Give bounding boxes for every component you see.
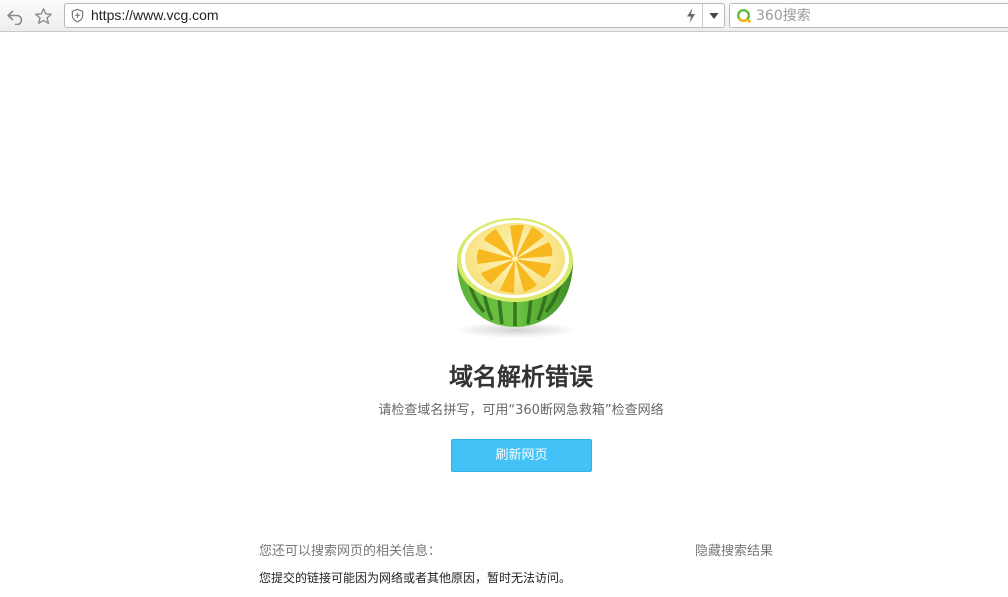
- error-subtitle: 请检查域名拼写，可用“360断网急救箱”检查网络: [378, 403, 664, 418]
- chevron-down-icon[interactable]: [707, 8, 721, 23]
- lightning-icon[interactable]: [684, 7, 698, 24]
- shield-icon: [71, 8, 84, 23]
- address-bar-divider: [702, 4, 703, 27]
- search-box[interactable]: [729, 3, 1008, 28]
- back-button[interactable]: [4, 5, 26, 27]
- lemon-icon: [454, 218, 578, 338]
- search-logo-icon: [736, 8, 751, 23]
- back-icon: [7, 10, 23, 25]
- hide-results-link[interactable]: 隐藏搜索结果: [695, 540, 773, 559]
- error-title: 域名解析错误: [449, 363, 593, 391]
- search-info-label: 您还可以搜索网页的相关信息：: [259, 544, 442, 559]
- address-bar[interactable]: https://www.vcg.com: [64, 3, 725, 28]
- error-logo: [440, 212, 590, 342]
- refresh-button[interactable]: 刷新网页: [451, 439, 592, 472]
- browser-toolbar: https://www.vcg.com: [0, 0, 1008, 32]
- star-icon: [34, 7, 52, 24]
- search-input[interactable]: [756, 4, 1006, 27]
- info-message: 您提交的链接可能因为网络或者其他原因，暂时无法访问。: [259, 571, 572, 585]
- url-text[interactable]: https://www.vcg.com: [91, 4, 219, 27]
- favorite-button[interactable]: [32, 5, 54, 27]
